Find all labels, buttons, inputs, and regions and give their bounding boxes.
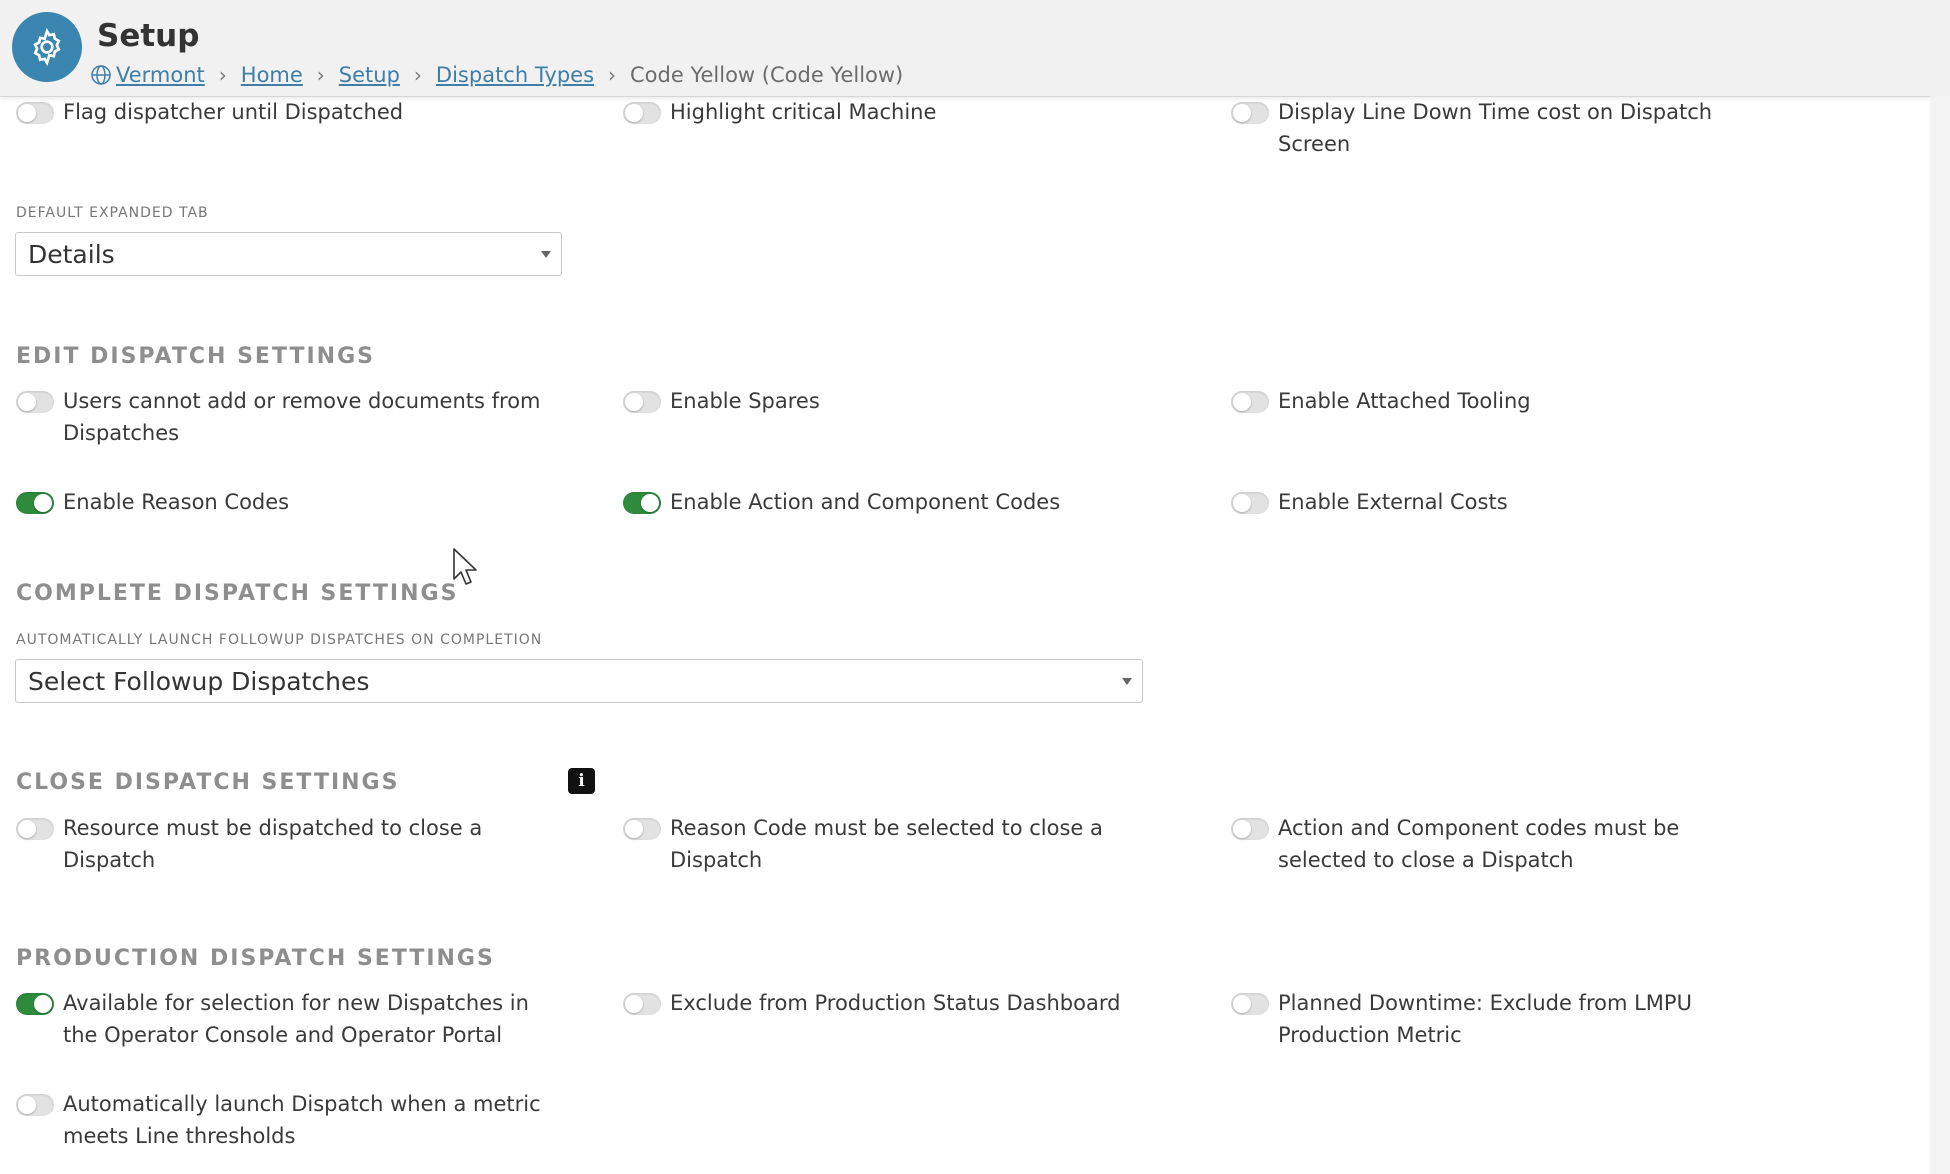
resource-must-setting: Resource must be dispatched to close a D…	[16, 816, 556, 876]
default-expanded-tab-select[interactable]: Details	[15, 232, 562, 276]
enable-spares-label: Enable Spares	[670, 389, 820, 413]
auto-launch-metric-label: Automatically launch Dispatch when a met…	[63, 1092, 541, 1148]
enable-spares-toggle[interactable]	[623, 391, 661, 413]
toggle-knob	[18, 104, 36, 122]
complete-dispatch-heading: COMPLETE DISPATCH SETTINGS	[16, 581, 459, 606]
toggle-knob	[18, 820, 36, 838]
enable-attached-tooling-toggle[interactable]	[1231, 391, 1269, 413]
toggle-knob	[1233, 494, 1251, 512]
reason-code-must-setting: Reason Code must be selected to close a …	[623, 816, 1143, 876]
breadcrumb-site-link[interactable]: Vermont	[116, 63, 205, 87]
setup-app-icon[interactable]	[12, 12, 82, 82]
display-line-down-toggle[interactable]	[1231, 102, 1269, 124]
toggle-knob	[34, 494, 52, 512]
exclude-production-status-setting: Exclude from Production Status Dashboard	[623, 991, 1203, 1019]
users-cannot-add-label: Users cannot add or remove documents fro…	[63, 389, 541, 445]
breadcrumb-setup-link[interactable]: Setup	[339, 63, 400, 87]
toggle-knob	[625, 393, 643, 411]
enable-reason-codes-setting: Enable Reason Codes	[16, 490, 576, 518]
available-for-selection-toggle[interactable]	[16, 993, 54, 1015]
exclude-production-status-toggle[interactable]	[623, 993, 661, 1015]
enable-action-component-toggle[interactable]	[623, 492, 661, 514]
planned-downtime-toggle[interactable]	[1231, 993, 1269, 1015]
toggle-knob	[18, 393, 36, 411]
flag-dispatcher-setting: Flag dispatcher until Dispatched	[16, 100, 576, 128]
toggle-knob	[1233, 393, 1251, 411]
default-expanded-tab-label: DEFAULT EXPANDED TAB	[16, 205, 209, 221]
reason-code-must-label: Reason Code must be selected to close a …	[670, 816, 1103, 872]
breadcrumb-separator: ›	[218, 63, 227, 87]
available-for-selection-label: Available for selection for new Dispatch…	[63, 991, 529, 1047]
info-icon[interactable]: i	[568, 768, 595, 794]
enable-external-costs-toggle[interactable]	[1231, 492, 1269, 514]
vertical-scrollbar[interactable]	[1930, 96, 1950, 1174]
enable-attached-tooling-label: Enable Attached Tooling	[1278, 389, 1531, 413]
breadcrumb-separator: ›	[316, 63, 325, 87]
auto-launch-metric-toggle[interactable]	[16, 1094, 54, 1116]
toggle-knob	[18, 1096, 36, 1114]
auto-launch-metric-setting: Automatically launch Dispatch when a met…	[16, 1092, 561, 1152]
toggle-knob	[1233, 995, 1251, 1013]
resource-must-toggle[interactable]	[16, 818, 54, 840]
page-title: Setup	[97, 18, 200, 54]
display-line-down-label: Display Line Down Time cost on Dispatch …	[1278, 100, 1713, 156]
enable-external-costs-label: Enable External Costs	[1278, 490, 1508, 514]
action-component-must-setting: Action and Component codes must be selec…	[1231, 816, 1731, 876]
edit-dispatch-heading: EDIT DISPATCH SETTINGS	[16, 344, 375, 369]
breadcrumb: Vermont › Home › Setup › Dispatch Types …	[89, 60, 903, 90]
breadcrumb-dispatch-types-link[interactable]: Dispatch Types	[436, 63, 594, 87]
enable-reason-codes-toggle[interactable]	[16, 492, 54, 514]
mouse-cursor-icon	[453, 548, 477, 585]
exclude-production-status-label: Exclude from Production Status Dashboard	[670, 991, 1121, 1015]
breadcrumb-separator: ›	[413, 63, 422, 87]
enable-reason-codes-label: Enable Reason Codes	[63, 490, 290, 514]
followup-dispatches-label: AUTOMATICALLY LAUNCH FOLLOWUP DISPATCHES…	[16, 632, 543, 648]
header-bar: Setup Vermont › Home › Setup › Dispatch …	[0, 0, 1950, 97]
enable-external-costs-setting: Enable External Costs	[1231, 490, 1771, 518]
display-line-down-setting: Display Line Down Time cost on Dispatch …	[1231, 100, 1771, 160]
toggle-knob	[625, 995, 643, 1013]
breadcrumb-current: Code Yellow (Code Yellow)	[630, 63, 904, 87]
toggle-knob	[34, 995, 52, 1013]
planned-downtime-setting: Planned Downtime: Exclude from LMPU Prod…	[1231, 991, 1731, 1051]
action-component-must-label: Action and Component codes must be selec…	[1278, 816, 1680, 872]
chevron-down-icon	[1122, 678, 1132, 685]
planned-downtime-label: Planned Downtime: Exclude from LMPU Prod…	[1278, 991, 1692, 1047]
highlight-critical-toggle[interactable]	[623, 102, 661, 124]
users-cannot-add-toggle[interactable]	[16, 391, 54, 413]
breadcrumb-separator: ›	[608, 63, 617, 87]
flag-dispatcher-toggle[interactable]	[16, 102, 54, 124]
highlight-critical-setting: Highlight critical Machine	[623, 100, 1183, 128]
enable-spares-setting: Enable Spares	[623, 389, 1183, 417]
resource-must-label: Resource must be dispatched to close a D…	[63, 816, 483, 872]
default-expanded-tab-value: Details	[28, 239, 115, 269]
enable-attached-tooling-setting: Enable Attached Tooling	[1231, 389, 1771, 417]
flag-dispatcher-label: Flag dispatcher until Dispatched	[63, 100, 404, 124]
users-cannot-add-setting: Users cannot add or remove documents fro…	[16, 389, 556, 449]
production-dispatch-heading: PRODUCTION DISPATCH SETTINGS	[16, 946, 495, 971]
enable-action-component-label: Enable Action and Component Codes	[670, 490, 1061, 514]
followup-dispatches-placeholder: Select Followup Dispatches	[28, 666, 370, 696]
toggle-knob	[1233, 104, 1251, 122]
toggle-knob	[1233, 820, 1251, 838]
globe-icon	[91, 65, 111, 85]
reason-code-must-toggle[interactable]	[623, 818, 661, 840]
enable-action-component-setting: Enable Action and Component Codes	[623, 490, 1183, 518]
available-for-selection-setting: Available for selection for new Dispatch…	[16, 991, 561, 1051]
followup-dispatches-select[interactable]: Select Followup Dispatches	[15, 659, 1143, 703]
gear-icon	[33, 27, 61, 67]
highlight-critical-label: Highlight critical Machine	[670, 100, 937, 124]
toggle-knob	[625, 820, 643, 838]
toggle-knob	[625, 104, 643, 122]
close-dispatch-heading: CLOSE DISPATCH SETTINGS	[16, 770, 400, 795]
breadcrumb-home-link[interactable]: Home	[241, 63, 303, 87]
toggle-knob	[641, 494, 659, 512]
action-component-must-toggle[interactable]	[1231, 818, 1269, 840]
chevron-down-icon	[541, 251, 551, 258]
